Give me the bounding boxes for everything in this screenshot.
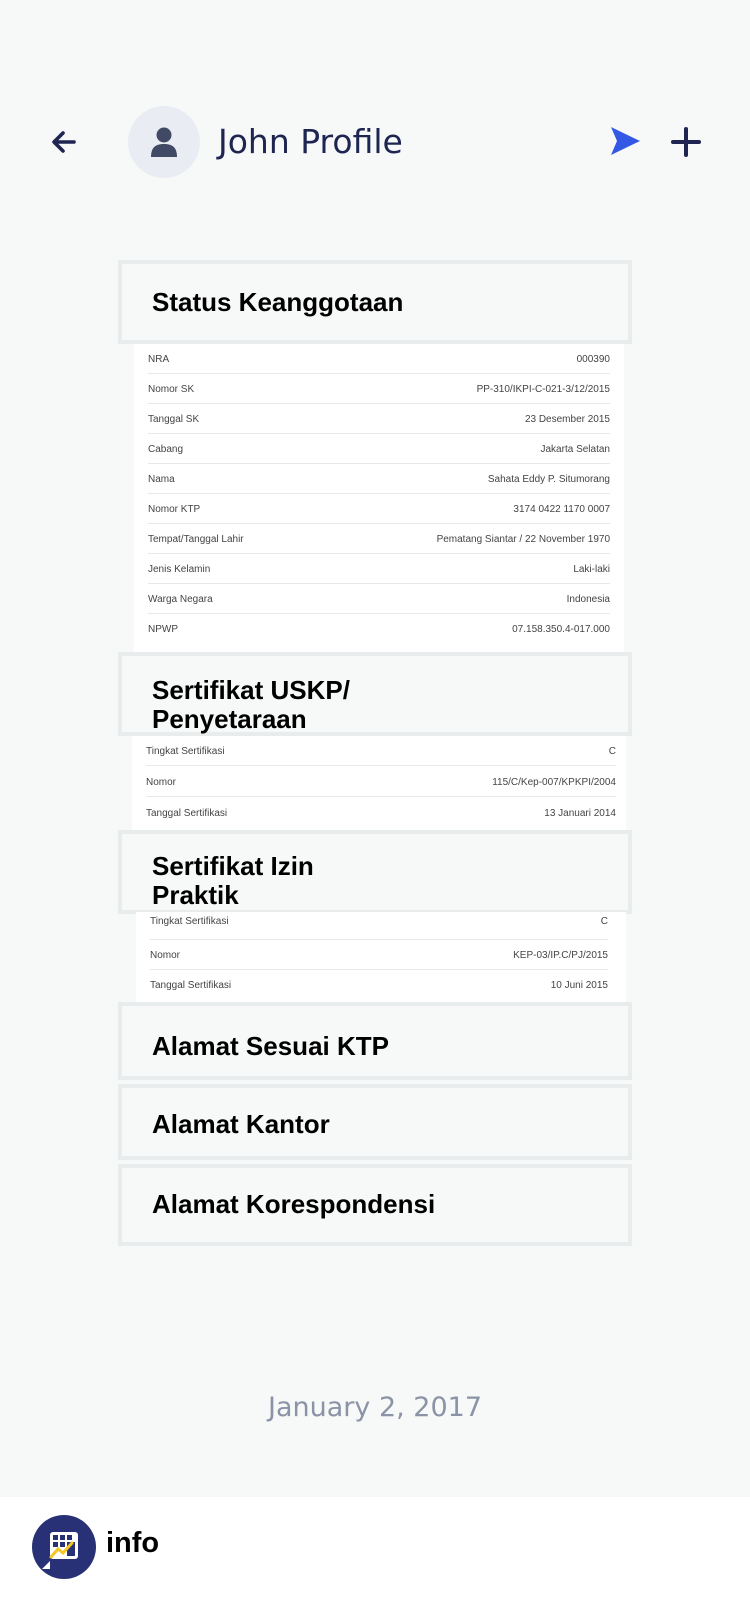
table-row: Tingkat Sertifikasi C — [150, 912, 608, 940]
row-value: C — [600, 916, 608, 927]
send-button[interactable] — [608, 124, 642, 158]
section-title: Alamat Kantor — [152, 1109, 330, 1139]
table-row: NPWP 07.158.350.4-017.000 — [148, 614, 610, 644]
row-value: 23 Desember 2015 — [524, 414, 610, 425]
section-title: Alamat Sesuai KTP — [152, 1031, 389, 1061]
row-value: Sahata Eddy P. Situmorang — [487, 474, 610, 485]
table-row: Tempat/Tanggal Lahir Pematang Siantar / 2… — [148, 524, 610, 554]
row-value: Jakarta Selatan — [540, 444, 611, 455]
row-value: KEP-03/IP.C/PJ/2015 — [513, 950, 608, 961]
status-details-table: NRA 000390 Nomor SK PP-310/IKPI-C-021-3/12… — [134, 344, 624, 654]
section-alamat-kantor[interactable]: Alamat Kantor — [118, 1084, 632, 1160]
section-title-line: Sertifikat USKP/ — [152, 675, 350, 705]
send-icon — [611, 127, 640, 155]
table-row: Tanggal SK 23 Desember 2015 — [148, 404, 610, 434]
row-value: 3174 0422 1170 0007 — [513, 504, 610, 515]
user-icon — [151, 127, 177, 157]
table-row: Nama Sahata Eddy P. Situmorang — [148, 464, 610, 494]
row-value: Pematang Siantar / 22 November 1970 — [436, 534, 610, 545]
page-title: John Profile — [218, 122, 403, 161]
izin-details-table: Tingkat Sertifikasi C Nomor KEP-03/IP.C/PJ… — [136, 912, 626, 1004]
profile-header: John Profile — [0, 104, 750, 180]
row-label: Nomor SK — [148, 384, 195, 395]
table-row: NRA 000390 — [148, 344, 610, 374]
section-alamat-ktp[interactable]: Alamat Sesuai KTP — [118, 1002, 632, 1080]
row-label: NPWP — [148, 624, 178, 635]
table-row: Tanggal Sertifikasi 13 Januari 2014 — [146, 798, 616, 828]
row-value: 10 Juni 2015 — [550, 980, 608, 991]
section-title-line: Sertifikat Izin — [152, 851, 314, 881]
row-label: Tanggal SK — [148, 414, 200, 425]
row-value: Indonesia — [566, 594, 610, 605]
date-label: January 2, 2017 — [268, 1392, 482, 1423]
table-row: Tanggal Sertifikasi 10 Juni 2015 — [150, 970, 608, 1000]
row-value: 115/C/Kep-007/KPKPI/2004 — [492, 777, 616, 788]
table-row: Jenis Kelamin Laki-laki — [148, 554, 610, 584]
row-label: Tanggal Sertifikasi — [146, 808, 228, 819]
row-label: Nomor KTP — [148, 504, 201, 515]
section-alamat-korespondensi[interactable]: Alamat Korespondensi — [118, 1164, 632, 1246]
bottom-bar: info — [0, 1497, 750, 1624]
section-title: Alamat Korespondensi — [152, 1189, 436, 1219]
row-label: Nama — [148, 474, 175, 485]
table-row: Nomor KTP 3174 0422 1170 0007 — [148, 494, 610, 524]
row-value: 07.158.350.4-017.000 — [512, 624, 610, 635]
section-title: Status Keanggotaan — [152, 287, 404, 317]
plus-icon — [671, 127, 701, 157]
row-label: Tingkat Sertifikasi — [150, 916, 229, 927]
row-value: C — [608, 746, 616, 757]
table-row: Tingkat Sertifikasi C — [146, 736, 616, 766]
row-label: Tanggal Sertifikasi — [150, 980, 232, 991]
row-value: 13 Januari 2014 — [544, 808, 616, 819]
row-value: Laki-laki — [573, 564, 610, 575]
section-title-line: Praktik — [152, 880, 239, 910]
section-title: Sertifikat Izin Praktik — [152, 852, 314, 910]
row-label: Tingkat Sertifikasi — [146, 746, 225, 757]
row-label: Cabang — [148, 444, 184, 455]
table-row: Nomor SK PP-310/IKPI-C-021-3/12/2015 — [148, 374, 610, 404]
app-logo-graphic — [42, 1532, 78, 1569]
section-status-keanggotaan[interactable]: Status Keanggotaan — [118, 260, 632, 344]
arrow-left-icon — [52, 131, 76, 153]
section-title: Sertifikat USKP/ Penyetaraan — [152, 676, 350, 734]
section-sertifikat-uskp[interactable]: Sertifikat USKP/ Penyetaraan — [118, 652, 632, 736]
row-value: PP-310/IKPI-C-021-3/12/2015 — [476, 384, 610, 395]
section-title-line: Penyetaraan — [152, 704, 307, 734]
app-logo-icon[interactable] — [32, 1515, 96, 1579]
avatar[interactable] — [128, 106, 200, 178]
app-label: info — [106, 1527, 160, 1559]
row-value: 000390 — [576, 354, 610, 365]
row-label: Jenis Kelamin — [148, 564, 211, 575]
row-label: Nomor — [146, 777, 177, 788]
row-label: NRA — [148, 354, 170, 365]
uskp-details-table: Tingkat Sertifikasi C Nomor 115/C/Kep-007/… — [132, 736, 626, 830]
row-label: Tempat/Tanggal Lahir — [148, 534, 244, 545]
row-label: Nomor — [150, 950, 181, 961]
row-label: Warga Negara — [148, 594, 213, 605]
table-row: Cabang Jakarta Selatan — [148, 434, 610, 464]
table-row: Warga Negara Indonesia — [148, 584, 610, 614]
table-row: Nomor KEP-03/IP.C/PJ/2015 — [150, 940, 608, 970]
table-row: Nomor 115/C/Kep-007/KPKPI/2004 — [146, 767, 616, 797]
back-button[interactable] — [48, 126, 80, 158]
add-button[interactable] — [670, 126, 702, 158]
section-sertifikat-izin-praktik[interactable]: Sertifikat Izin Praktik — [118, 830, 632, 914]
